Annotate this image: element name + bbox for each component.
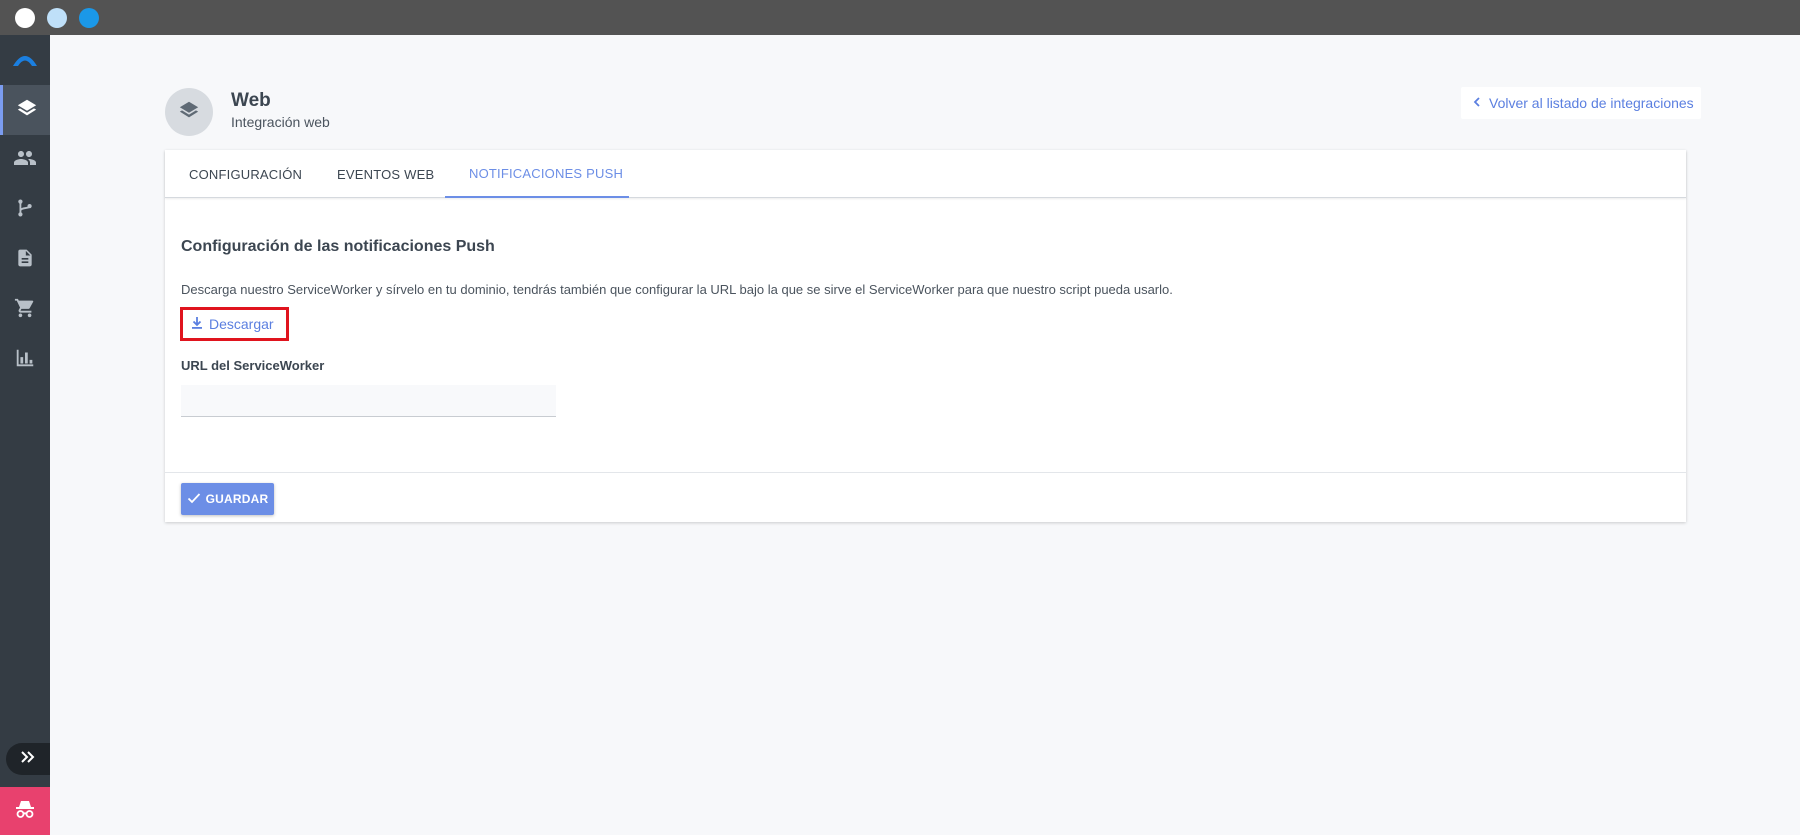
save-label: GUARDAR (205, 492, 269, 506)
expand-sidebar-button[interactable] (6, 743, 50, 775)
back-link-label: Volver al listado de integraciones (1489, 95, 1694, 111)
serviceworker-url-input[interactable] (181, 385, 556, 417)
incognito-icon (13, 798, 37, 825)
chevron-left-icon (1473, 95, 1481, 111)
integration-card: CONFIGURACIÓN EVENTOS WEB NOTIFICACIONES… (165, 150, 1686, 522)
sidebar-item-documents[interactable] (0, 235, 50, 285)
people-icon (13, 146, 37, 175)
sidebar-item-contacts[interactable] (0, 135, 50, 185)
branch-icon (14, 197, 36, 224)
sidebar (0, 35, 50, 835)
document-icon (15, 247, 35, 274)
window-minimize-dot[interactable] (47, 8, 67, 28)
integration-avatar (165, 88, 213, 136)
window-maximize-dot[interactable] (79, 8, 99, 28)
check-icon (187, 492, 201, 507)
window-close-dot[interactable] (15, 8, 35, 28)
section-title: Configuración de las notificaciones Push (181, 238, 495, 255)
section-description: Descarga nuestro ServiceWorker y sírvelo… (181, 282, 1173, 297)
sidebar-item-analytics[interactable] (0, 335, 50, 385)
sidebar-item-flows[interactable] (0, 185, 50, 235)
app-logo-icon[interactable] (0, 43, 50, 77)
tab-eventos-web[interactable]: EVENTOS WEB (337, 150, 434, 198)
bar-chart-icon (14, 347, 36, 374)
page-title: Web (231, 90, 271, 111)
download-label: Descargar (209, 316, 274, 332)
tab-label: CONFIGURACIÓN (189, 166, 303, 182)
layers-icon (16, 97, 38, 124)
layers-icon (178, 99, 200, 126)
page-subtitle: Integración web (231, 114, 330, 130)
tab-notificaciones-push[interactable]: NOTIFICACIONES PUSH (445, 150, 629, 198)
tab-label: NOTIFICACIONES PUSH (469, 165, 624, 181)
back-to-integrations-link[interactable]: Volver al listado de integraciones (1461, 87, 1701, 119)
serviceworker-url-label: URL del ServiceWorker (181, 358, 325, 373)
card-footer: GUARDAR (165, 472, 1686, 522)
save-button[interactable]: GUARDAR (181, 483, 274, 515)
tab-bar: CONFIGURACIÓN EVENTOS WEB NOTIFICACIONES… (165, 150, 1686, 198)
download-icon (191, 316, 203, 333)
sidebar-item-integrations[interactable] (0, 85, 50, 135)
tab-configuracion[interactable]: CONFIGURACIÓN (189, 150, 302, 198)
double-chevron-right-icon (20, 750, 36, 769)
tab-label: EVENTOS WEB (337, 166, 435, 182)
incognito-button[interactable] (0, 787, 50, 835)
sidebar-item-ecommerce[interactable] (0, 285, 50, 335)
download-serviceworker-link[interactable]: Descargar (180, 307, 289, 341)
cart-icon (14, 297, 36, 324)
window-titlebar (0, 0, 1800, 35)
